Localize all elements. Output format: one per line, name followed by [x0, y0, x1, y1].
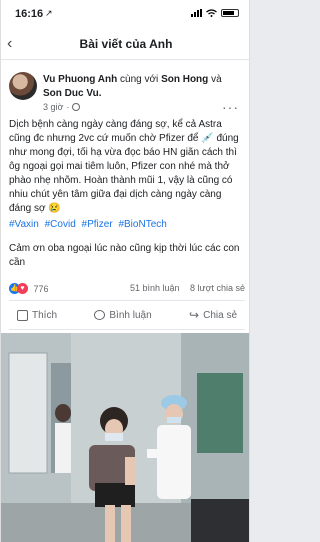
hashtag-biontech[interactable]: #BioNTech: [118, 219, 166, 230]
status-time: 16:16: [15, 8, 44, 20]
author-name[interactable]: Vu Phuong Anh: [43, 74, 117, 85]
and-text: và: [211, 74, 222, 85]
signal-icon: [191, 9, 202, 17]
top-nav: ‹ Bài viết của Anh: [1, 30, 249, 60]
post-meta: 3 giờ ·: [43, 102, 81, 112]
post-content: Dịch bệnh càng ngày càng đáng sợ, kể cả …: [9, 118, 245, 270]
page-title: Bài viết của Anh: [79, 37, 173, 51]
divider-top: [9, 300, 245, 301]
hashtag-vaxin[interactable]: #Vaxin: [9, 219, 39, 230]
divider-bottom: [9, 329, 245, 330]
tagged-user-1[interactable]: Son Hong: [161, 74, 208, 85]
post-text: Dịch bệnh càng ngày càng đáng sợ, kể cả …: [9, 119, 239, 214]
post-text-2: Cảm ơn oba ngoại lúc nào cũng kịp thời l…: [9, 243, 240, 268]
battery-icon: [221, 9, 239, 17]
hashtag-covid[interactable]: #Covid: [45, 219, 76, 230]
vaccination-photo: [1, 333, 249, 542]
tagged-user-2[interactable]: Son Duc Vu.: [43, 88, 102, 99]
share-label: Chia sẻ: [203, 309, 237, 321]
action-bar: Thích Bình luận ↪ Chia sẻ: [9, 304, 245, 326]
more-options-icon[interactable]: ···: [222, 99, 239, 115]
thumbs-up-icon: [17, 309, 28, 321]
hashtags: #Vaxin #Covid #Pfizer #BioNTech: [9, 218, 245, 232]
like-button[interactable]: Thích: [9, 304, 65, 326]
love-reaction-icon: ♥: [17, 283, 28, 295]
comment-label: Bình luận: [109, 309, 152, 321]
avatar[interactable]: [9, 72, 37, 100]
reaction-count: 776: [33, 283, 49, 294]
status-icons: [191, 9, 239, 17]
status-bar: 16:16 ↗: [1, 0, 249, 30]
post-author-line: Vu Phuong Anh cùng với Son Hong và Son D…: [43, 73, 243, 101]
meta-dot: ·: [66, 102, 70, 112]
share-icon: ↪: [189, 308, 200, 322]
post-photo[interactable]: [1, 333, 249, 542]
like-label: Thích: [32, 309, 58, 321]
share-count[interactable]: 8 lượt chia sẻ: [190, 283, 245, 293]
location-arrow-icon: ↗: [45, 8, 53, 18]
comment-button[interactable]: Bình luận: [86, 304, 159, 326]
post-time[interactable]: 3 giờ: [43, 102, 63, 112]
facebook-post-screen: 16:16 ↗ ‹ Bài viết của Anh Vu Phuong Anh…: [0, 0, 250, 542]
globe-icon: [72, 103, 81, 111]
with-text: cùng với: [120, 74, 159, 85]
comment-icon: [94, 310, 106, 320]
share-button[interactable]: ↪ Chia sẻ: [181, 304, 245, 326]
engagement-counts: 51 bình luận 8 lượt chia sẻ: [122, 283, 245, 293]
comment-count[interactable]: 51 bình luận: [130, 283, 180, 293]
wifi-icon: [206, 9, 217, 17]
reaction-summary[interactable]: 👍 ♥ 776 51 bình luận 8 lượt chia sẻ: [9, 283, 245, 297]
hashtag-pfizer[interactable]: #Pfizer: [82, 219, 113, 230]
